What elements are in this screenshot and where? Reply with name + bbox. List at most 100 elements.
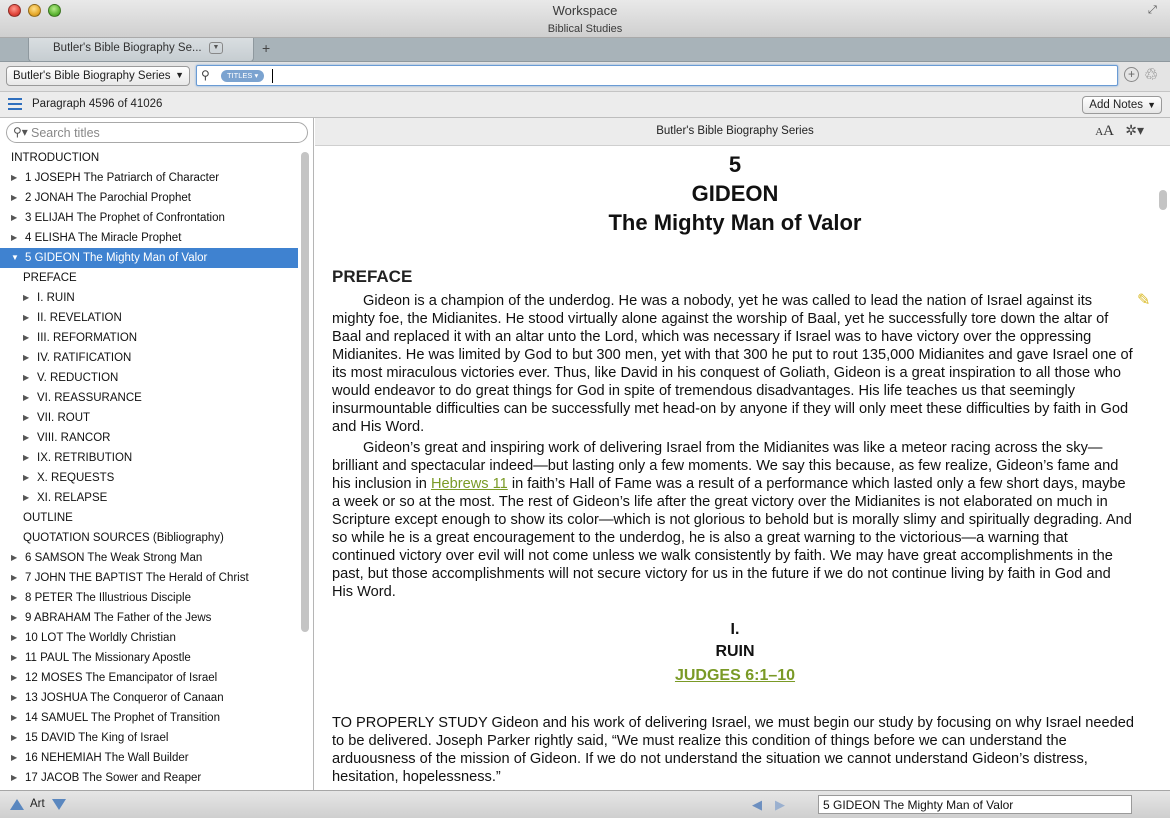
- add-notes-button[interactable]: Add Notes ▼: [1082, 96, 1162, 114]
- section-paragraph-1: TO PROPERLY STUDY Gideon and his work of…: [332, 715, 1134, 785]
- disclosure-collapsed-icon[interactable]: ▶: [11, 728, 17, 748]
- content-header: Butler's Bible Biography Series AA ✲▾: [315, 118, 1170, 146]
- disclosure-collapsed-icon[interactable]: ▶: [11, 568, 17, 588]
- fullscreen-icon[interactable]: ⤢: [1148, 4, 1162, 18]
- toc-item[interactable]: ▶ 8 PETER The Illustrious Disciple: [0, 588, 298, 608]
- disclosure-collapsed-icon[interactable]: ▶: [23, 408, 29, 428]
- disclosure-collapsed-icon[interactable]: ▶: [11, 208, 17, 228]
- paragraph-count: Paragraph 4596 of 41026: [32, 98, 163, 110]
- toc-item[interactable]: ▶ 17 JACOB The Sower and Reaper: [0, 768, 298, 788]
- list-view-icon[interactable]: [8, 98, 22, 110]
- toc-item-label: 4 ELISHA The Miracle Prophet: [25, 232, 182, 244]
- toc-item[interactable]: ▶ 15 DAVID The King of Israel: [0, 728, 298, 748]
- disclosure-expanded-icon[interactable]: ▼: [11, 248, 19, 268]
- disclosure-collapsed-icon[interactable]: ▶: [11, 668, 17, 688]
- disclosure-collapsed-icon[interactable]: ▶: [11, 708, 17, 728]
- tab-butlers-bible-biography[interactable]: Butler's Bible Biography Se... ▼: [28, 38, 254, 62]
- disclosure-collapsed-icon[interactable]: ▶: [23, 448, 29, 468]
- previous-art-icon[interactable]: [10, 799, 24, 810]
- toc-item[interactable]: ▶ IV. RATIFICATION: [0, 348, 298, 368]
- toolbar: Butler's Bible Biography Series ▼ ⚲ TITL…: [0, 62, 1170, 92]
- disclosure-collapsed-icon[interactable]: ▶: [23, 368, 29, 388]
- toc-item[interactable]: ▶ II. REVELATION: [0, 308, 298, 328]
- toc-item-label: 8 PETER The Illustrious Disciple: [25, 592, 191, 604]
- toc-item[interactable]: ▶ 14 SAMUEL The Prophet of Transition: [0, 708, 298, 728]
- disclosure-collapsed-icon[interactable]: ▶: [23, 348, 29, 368]
- search-input[interactable]: ⚲ TITLES ▾: [196, 65, 1118, 86]
- toc-item-label: VI. REASSURANCE: [37, 392, 142, 404]
- disclosure-collapsed-icon[interactable]: ▶: [23, 388, 29, 408]
- disclosure-collapsed-icon[interactable]: ▶: [11, 548, 17, 568]
- section-number: I.: [730, 621, 740, 638]
- chapter-number: 5: [728, 152, 742, 177]
- toc-item-label: PREFACE: [23, 272, 77, 284]
- toc-item[interactable]: ▶ 3 ELIJAH The Prophet of Confrontation: [0, 208, 298, 228]
- font-size-icon[interactable]: AA: [1095, 123, 1114, 140]
- recycle-icon[interactable]: ♲: [1144, 65, 1158, 85]
- hebrews-link[interactable]: Hebrews 11: [431, 476, 508, 492]
- toc-item[interactable]: PREFACE: [0, 268, 298, 288]
- toc-item[interactable]: ▶ 11 PAUL The Missionary Apostle: [0, 648, 298, 668]
- toc-item[interactable]: QUOTATION SOURCES (Bibliography): [0, 528, 298, 548]
- toc-item[interactable]: ▶ 10 LOT The Worldly Christian: [0, 628, 298, 648]
- toc-item[interactable]: ▶ XI. RELAPSE: [0, 488, 298, 508]
- preface-paragraph-2: Gideon’s great and inspiring work of del…: [332, 440, 1132, 600]
- toc-item[interactable]: INTRODUCTION: [0, 148, 298, 168]
- toc-item[interactable]: ▶ VII. ROUT: [0, 408, 298, 428]
- toc-item[interactable]: ▶ VIII. RANCOR: [0, 428, 298, 448]
- disclosure-collapsed-icon[interactable]: ▶: [11, 628, 17, 648]
- scroll-thumb[interactable]: [301, 152, 309, 632]
- search-icon[interactable]: ⚲: [201, 68, 210, 82]
- disclosure-collapsed-icon[interactable]: ▶: [23, 468, 29, 488]
- disclosure-collapsed-icon[interactable]: ▶: [23, 308, 29, 328]
- toc-item[interactable]: ▶ 6 SAMSON The Weak Strong Man: [0, 548, 298, 568]
- pencil-icon[interactable]: ✎: [1137, 290, 1150, 310]
- scripture-reference-link[interactable]: JUDGES 6:1–10: [315, 667, 1155, 685]
- toc-item[interactable]: ▶ 16 NEHEMIAH The Wall Builder: [0, 748, 298, 768]
- location-field[interactable]: 5 GIDEON The Mighty Man of Valor: [818, 795, 1132, 814]
- toc-item[interactable]: ▶ 4 ELISHA The Miracle Prophet: [0, 228, 298, 248]
- disclosure-collapsed-icon[interactable]: ▶: [23, 428, 29, 448]
- toc-item[interactable]: ▶ IX. RETRIBUTION: [0, 448, 298, 468]
- disclosure-collapsed-icon[interactable]: ▶: [23, 288, 29, 308]
- scroll-thumb[interactable]: [1159, 190, 1167, 210]
- next-art-icon[interactable]: [52, 799, 66, 810]
- tab-menu-icon[interactable]: ▼: [209, 42, 223, 54]
- disclosure-collapsed-icon[interactable]: ▶: [23, 488, 29, 508]
- toc-item-label: 10 LOT The Worldly Christian: [25, 632, 176, 644]
- toc-item[interactable]: ▶ VI. REASSURANCE: [0, 388, 298, 408]
- disclosure-collapsed-icon[interactable]: ▶: [11, 688, 17, 708]
- disclosure-collapsed-icon[interactable]: ▶: [11, 228, 17, 248]
- disclosure-collapsed-icon[interactable]: ▶: [11, 608, 17, 628]
- disclosure-collapsed-icon[interactable]: ▶: [11, 188, 17, 208]
- toc-item[interactable]: ▶ 7 JOHN THE BAPTIST The Herald of Christ: [0, 568, 298, 588]
- back-arrow-icon[interactable]: ◀: [752, 797, 762, 813]
- title-search-field[interactable]: ⚲▾ Search titles: [6, 122, 308, 143]
- toc-item[interactable]: ▶ 1 JOSEPH The Patriarch of Character: [0, 168, 298, 188]
- toc-item[interactable]: ▶ V. REDUCTION: [0, 368, 298, 388]
- disclosure-collapsed-icon[interactable]: ▶: [11, 648, 17, 668]
- search-scope-pill[interactable]: TITLES ▾: [221, 70, 265, 82]
- toc-item[interactable]: ▶ III. REFORMATION: [0, 328, 298, 348]
- toc-item[interactable]: ▶ X. REQUESTS: [0, 468, 298, 488]
- forward-arrow-icon[interactable]: ▶: [775, 797, 785, 813]
- disclosure-collapsed-icon[interactable]: ▶: [11, 168, 17, 188]
- library-select-value: Butler's Bible Biography Series: [13, 70, 171, 82]
- toc-item[interactable]: ▶ 9 ABRAHAM The Father of the Jews: [0, 608, 298, 628]
- disclosure-collapsed-icon[interactable]: ▶: [11, 768, 17, 788]
- toc-item[interactable]: ▶ I. RUIN: [0, 288, 298, 308]
- content-scrollbar[interactable]: [1157, 146, 1170, 790]
- library-select[interactable]: Butler's Bible Biography Series ▼: [6, 66, 190, 86]
- toc-item[interactable]: ▼ 5 GIDEON The Mighty Man of Valor: [0, 248, 298, 268]
- gear-icon[interactable]: ✲▾: [1125, 122, 1144, 139]
- disclosure-collapsed-icon[interactable]: ▶: [23, 328, 29, 348]
- disclosure-collapsed-icon[interactable]: ▶: [11, 748, 17, 768]
- toc-item[interactable]: ▶ 2 JONAH The Parochial Prophet: [0, 188, 298, 208]
- new-tab-button[interactable]: +: [262, 40, 270, 56]
- add-circle-icon[interactable]: +: [1124, 67, 1139, 82]
- toc-item[interactable]: OUTLINE: [0, 508, 298, 528]
- toc-item[interactable]: ▶ 12 MOSES The Emancipator of Israel: [0, 668, 298, 688]
- disclosure-collapsed-icon[interactable]: ▶: [11, 588, 17, 608]
- toc-item[interactable]: ▶ 13 JOSHUA The Conqueror of Canaan: [0, 688, 298, 708]
- sidebar-scrollbar[interactable]: [300, 148, 310, 788]
